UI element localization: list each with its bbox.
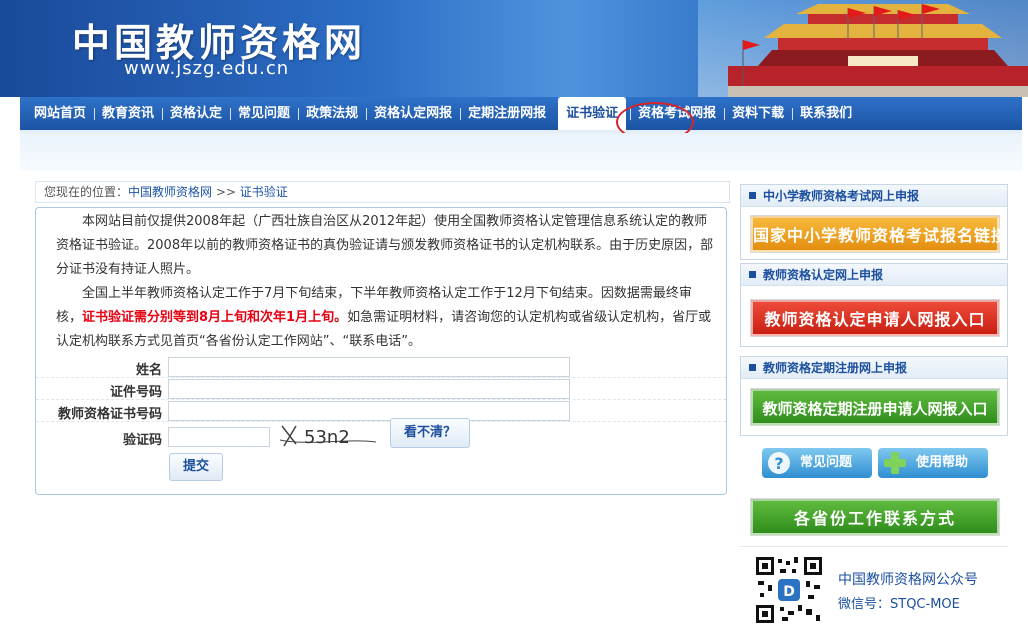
province-contacts-button[interactable]: 各省份工作联系方式 [751, 499, 999, 535]
nav-item-downloads[interactable]: 资料下载 [724, 97, 792, 130]
exam-apply-panel: 中小学教师资格考试网上申报 国家中小学教师资格考试报名链接 [740, 184, 1008, 260]
exam-apply-panel-title: 中小学教师资格考试网上申报 [741, 185, 1007, 207]
subnav-bar [20, 133, 1022, 171]
breadcrumb-separator: >> [212, 185, 240, 199]
site-header: 中国教师资格网 www.jszg.edu.cn [0, 0, 1028, 97]
plus-cross-icon [884, 452, 906, 474]
cert-row: 教师资格证书号码 [36, 400, 726, 422]
help-button-label: 使用帮助 [916, 455, 969, 470]
faq-button-label: 常见问题 [800, 455, 853, 470]
notice-p2-highlight: 证书验证需分别等到8月上旬和次年1月上旬。 [82, 310, 348, 325]
cert-apply-panel-title: 教师资格认定网上申报 [741, 264, 1007, 286]
cert-apply-entry-button[interactable]: 教师资格认定申请人网报入口 [751, 300, 999, 336]
question-icon: ? [768, 452, 790, 474]
cert-number-label: 教师资格证书号码 [57, 407, 162, 422]
notice-paragraph-1: 本网站目前仅提供2008年起（广西壮族自治区从2012年起）使用全国教师资格认定… [56, 214, 714, 277]
main-nav: 网站首页 教育资讯 资格认定 常见问题 政策法规 资格认定网报 定期注册网报 证… [20, 97, 1022, 133]
name-row: 姓名 [36, 356, 726, 378]
name-label: 姓名 [135, 363, 162, 378]
wechat-section: D 中国教师资格网公众号 微信号：STQC-MOE [740, 546, 1008, 632]
nav-item-certification[interactable]: 资格认定 [162, 97, 230, 130]
wechat-account-name: 中国教师资格网公众号 [838, 572, 978, 588]
id-number-input[interactable] [168, 379, 570, 399]
captcha-text: 53n2 [304, 427, 350, 448]
registration-panel-title: 教师资格定期注册网上申报 [741, 357, 1007, 379]
nav-item-contact[interactable]: 联系我们 [792, 97, 860, 130]
breadcrumb-current: 证书验证 [239, 185, 288, 199]
wechat-id: 微信号：STQC-MOE [838, 597, 960, 612]
verify-form-panel: 本网站目前仅提供2008年起（广西壮族自治区从2012年起）使用全国教师资格认定… [35, 207, 727, 495]
captcha-label: 验证码 [122, 433, 162, 448]
name-input[interactable] [168, 357, 570, 377]
registration-entry-button[interactable]: 教师资格定期注册申请人网报入口 [751, 389, 999, 425]
exam-registration-link-button[interactable]: 国家中小学教师资格考试报名链接 [751, 216, 1007, 252]
nav-list: 网站首页 教育资讯 资格认定 常见问题 政策法规 资格认定网报 定期注册网报 证… [20, 97, 1022, 130]
captcha-refresh-button[interactable]: 看不清？ [390, 418, 470, 448]
faq-button[interactable]: ? 常见问题 [762, 448, 872, 478]
captcha-image: 53n2 [279, 425, 377, 448]
wechat-qr-code-icon: D [754, 555, 824, 625]
nav-item-registration[interactable]: 定期注册网报 [460, 97, 554, 130]
notice-paragraph-2: 全国上半年教师资格认定工作于7月下旬结束，下半年教师资格认定工作于12月下旬结束… [56, 282, 716, 354]
id-number-label: 证件号码 [109, 385, 162, 400]
nav-item-news[interactable]: 教育资讯 [94, 97, 162, 130]
svg-text:D: D [783, 584, 795, 600]
id-row: 证件号码 [36, 378, 726, 400]
nav-item-policy[interactable]: 政策法规 [298, 97, 366, 130]
svg-text:?: ? [774, 454, 783, 473]
help-button[interactable]: 使用帮助 [878, 448, 988, 478]
captcha-input[interactable] [168, 427, 270, 447]
cert-number-input[interactable] [168, 401, 570, 421]
registration-panel: 教师资格定期注册网上申报 教师资格定期注册申请人网报入口 [740, 356, 1008, 436]
breadcrumb: 您现在的位置：中国教师资格网 >> 证书验证 [35, 181, 730, 203]
cert-apply-panel: 教师资格认定网上申报 教师资格认定申请人网报入口 [740, 263, 1008, 347]
breadcrumb-home-link[interactable]: 中国教师资格网 [128, 185, 212, 199]
nav-item-cert-apply[interactable]: 资格认定网报 [366, 97, 460, 130]
nav-item-home[interactable]: 网站首页 [26, 97, 94, 130]
tiananmen-banner-image [698, 0, 1028, 97]
site-logo-url: www.jszg.edu.cn [124, 58, 290, 79]
breadcrumb-prefix: 您现在的位置： [44, 185, 129, 199]
notice-text: 本网站目前仅提供2008年起（广西壮族自治区从2012年起）使用全国教师资格认定… [56, 210, 716, 354]
captcha-row: 验证码 53n2 看不清？ [36, 418, 726, 448]
submit-button[interactable]: 提交 [169, 453, 223, 481]
nav-item-faq[interactable]: 常见问题 [230, 97, 298, 130]
